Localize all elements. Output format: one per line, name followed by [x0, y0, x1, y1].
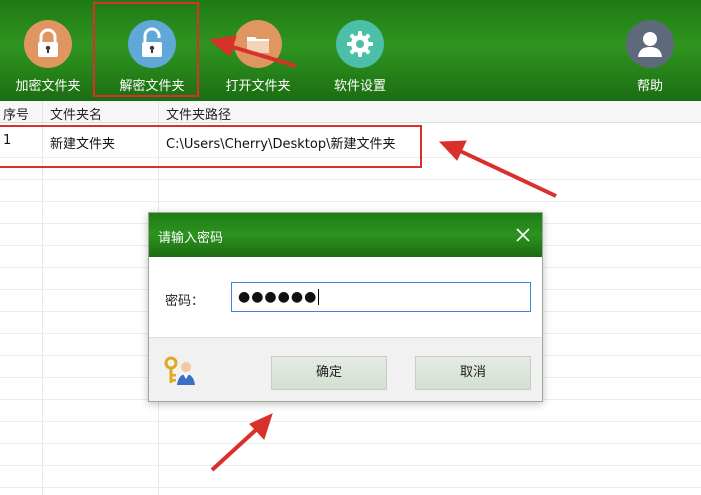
help-button[interactable]: 帮助: [602, 0, 698, 101]
column-header-folder-name[interactable]: 文件夹名: [50, 104, 102, 123]
password-label: 密码：: [165, 294, 205, 309]
dialog-footer: 确定 取消: [149, 337, 542, 401]
encrypt-folder-button[interactable]: 加密文件夹: [0, 0, 96, 101]
row-divider: [0, 487, 701, 488]
text-caret: [318, 289, 320, 305]
highlight-box-row: [0, 125, 422, 168]
column-header-folder-path[interactable]: 文件夹路径: [166, 104, 231, 123]
row-divider: [0, 179, 701, 180]
open-folder-label: 打开文件夹: [225, 79, 291, 94]
settings-label: 软件设置: [333, 79, 386, 94]
row-divider: [0, 201, 701, 202]
close-icon[interactable]: [514, 226, 532, 244]
dialog-title: 请输入密码: [158, 231, 224, 246]
settings-button[interactable]: 软件设置: [312, 0, 408, 101]
app-window: 加密文件夹 解密文件夹 打开文件夹 软件设置 帮助 序号 文件夹名 文件夹路径 …: [0, 0, 701, 495]
dialog-titlebar: 请输入密码: [149, 213, 542, 257]
password-field[interactable]: ●●●●●●: [231, 282, 531, 312]
cancel-button[interactable]: 取消: [415, 356, 531, 390]
lock-icon: [24, 20, 72, 68]
encrypt-folder-label: 加密文件夹: [15, 79, 81, 94]
table-header: 序号 文件夹名 文件夹路径: [0, 101, 701, 123]
password-dialog: 请输入密码 密码： ●●●●●● 确定 取消: [148, 212, 543, 402]
user-help-icon: [626, 20, 674, 68]
row-divider: [0, 443, 701, 444]
row-divider: [0, 421, 701, 422]
column-header-index[interactable]: 序号: [3, 104, 29, 123]
key-user-icon: [163, 356, 197, 386]
folder-icon: [234, 20, 282, 68]
highlight-box-decrypt: [93, 2, 199, 97]
open-folder-button[interactable]: 打开文件夹: [210, 0, 306, 101]
row-divider: [0, 465, 701, 466]
gear-icon: [336, 20, 384, 68]
help-label: 帮助: [636, 79, 663, 94]
password-value: ●●●●●●: [238, 289, 318, 305]
ok-button[interactable]: 确定: [271, 356, 387, 390]
